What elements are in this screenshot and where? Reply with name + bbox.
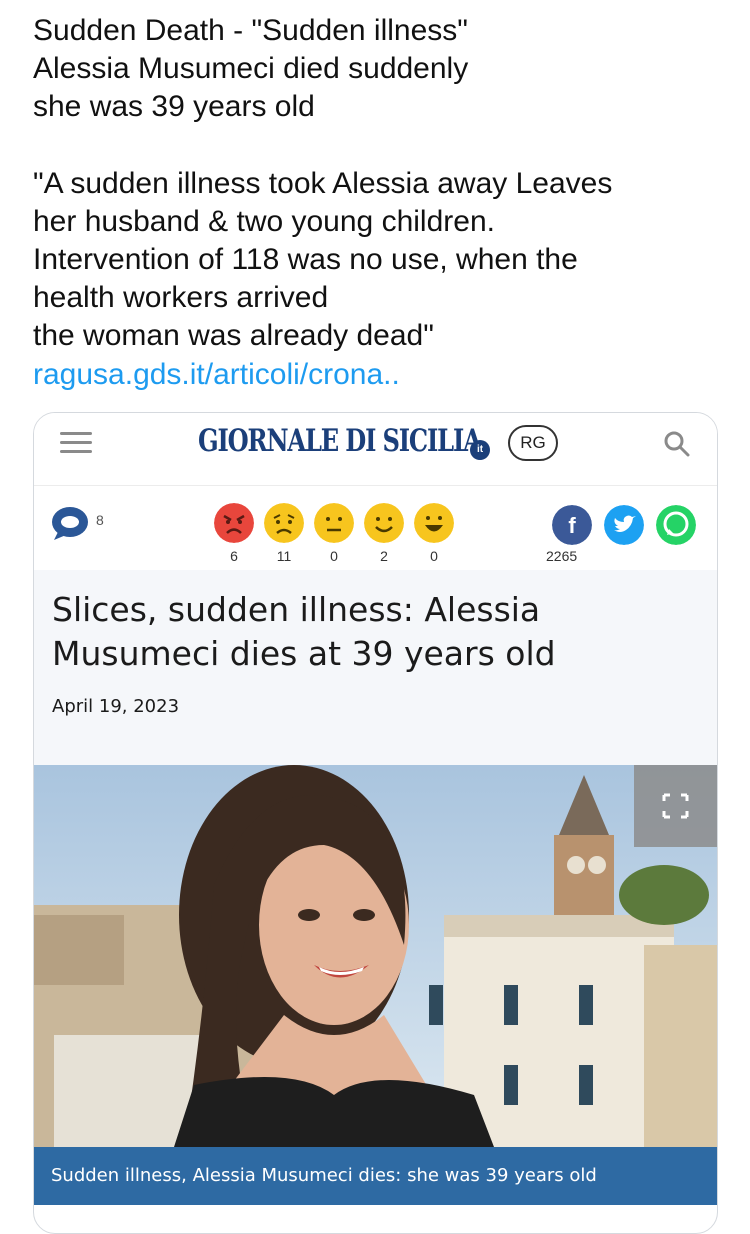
site-logo[interactable]: GIORNALE DI SICILIA <box>198 423 482 459</box>
share-count: 2265 <box>546 548 578 564</box>
twitter-icon[interactable] <box>604 505 644 545</box>
photo-caption: Sudden illness, Alessia Musumeci dies: s… <box>34 1147 717 1205</box>
emoji-count: 0 <box>430 548 438 564</box>
article-photo[interactable] <box>34 765 717 1147</box>
tweet-line: her husband & two young children. <box>33 204 495 238</box>
region-badge[interactable]: RG <box>508 425 558 461</box>
emoji-count: 2 <box>380 548 388 564</box>
search-icon[interactable] <box>664 431 690 457</box>
reactions-bar: 8 6 11 0 2 0 f 2265 <box>34 486 717 570</box>
menu-icon[interactable] <box>60 430 92 456</box>
article-date: April 19, 2023 <box>52 696 180 717</box>
comment-icon[interactable] <box>50 506 90 540</box>
site-header: GIORNALE DI SICILIA it RG <box>34 413 717 486</box>
svg-text:f: f <box>568 513 576 538</box>
tweet-line: health workers arrived <box>33 281 329 315</box>
comment-count: 8 <box>96 512 104 528</box>
tweet-line: Sudden Death - "Sudden illness" <box>33 14 468 47</box>
emoji-count: 11 <box>276 548 292 564</box>
article-header: Slices, sudden illness: Alessia Musumeci… <box>34 570 717 765</box>
fullscreen-icon <box>662 793 689 819</box>
site-logo-suffix: it <box>470 440 490 460</box>
neutral-face-icon[interactable] <box>314 503 354 543</box>
tweet-line: she was 39 years old <box>33 90 315 124</box>
tweet-line: "A sudden illness took Alessia away Leav… <box>33 166 613 200</box>
expand-image-button[interactable] <box>634 765 717 847</box>
tweet-text: Sudden Death - "Sudden illness" Alessia … <box>33 12 723 394</box>
emoji-count: 0 <box>330 548 338 564</box>
link-preview-card[interactable]: GIORNALE DI SICILIA it RG 8 6 11 0 2 0 f… <box>33 412 718 1234</box>
whatsapp-icon[interactable] <box>656 505 696 545</box>
sad-face-icon[interactable] <box>264 503 304 543</box>
tweet-line: Intervention of 118 was no use, when the <box>33 243 578 277</box>
smile-face-icon[interactable] <box>364 503 404 543</box>
grin-face-icon[interactable] <box>414 503 454 543</box>
tweet-line: the woman was already dead" <box>33 319 434 353</box>
facebook-icon[interactable]: f <box>552 505 592 545</box>
angry-face-icon[interactable] <box>214 503 254 543</box>
article-headline[interactable]: Slices, sudden illness: Alessia Musumeci… <box>52 588 692 676</box>
tweet-line: Alessia Musumeci died suddenly <box>33 52 469 86</box>
photo-illustration <box>34 765 717 1147</box>
emoji-count: 6 <box>230 548 238 564</box>
tweet-link[interactable]: ragusa.gds.it/articoli/crona.. <box>33 356 723 394</box>
